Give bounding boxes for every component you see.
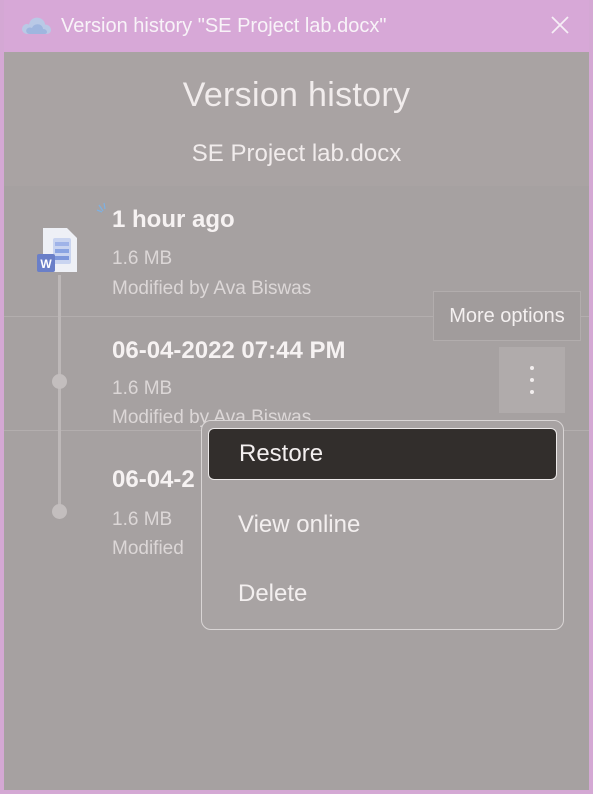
- context-menu: Restore View online Delete: [201, 420, 564, 630]
- menu-item-view-online[interactable]: View online: [208, 499, 557, 551]
- timeline-dot: [52, 374, 67, 389]
- version-author: Modified by Ava Biswas: [112, 278, 312, 299]
- version-size: 1.6 MB: [112, 378, 173, 399]
- close-button[interactable]: [545, 10, 575, 40]
- version-size: 1.6 MB: [112, 248, 173, 269]
- close-icon: [551, 16, 569, 34]
- version-history-window: Version history "SE Project lab.docx" Ve…: [0, 0, 593, 794]
- file-name: SE Project lab.docx: [191, 140, 402, 167]
- page-header: Version history SE Project lab.docx: [4, 52, 589, 186]
- timeline-line: [58, 275, 61, 515]
- page-title: Version history: [182, 76, 411, 114]
- version-size: 1.6 MB: [112, 509, 173, 530]
- word-document-icon: W: [37, 228, 77, 272]
- more-options-tooltip: More options: [433, 291, 581, 341]
- timeline-dot: [52, 504, 67, 519]
- more-vertical-icon: [530, 366, 534, 394]
- menu-item-delete[interactable]: Delete: [208, 568, 557, 620]
- menu-item-restore[interactable]: Restore: [208, 428, 557, 480]
- svg-text:W: W: [40, 257, 52, 271]
- title-bar: Version history "SE Project lab.docx": [4, 0, 589, 52]
- version-time: 06-04-2022 07:44 PM: [112, 337, 346, 364]
- window-title: Version history "SE Project lab.docx": [61, 15, 387, 37]
- new-sparkle-icon: [96, 202, 106, 213]
- more-options-button[interactable]: [499, 347, 565, 413]
- version-author: Modified: [112, 538, 184, 559]
- version-time: 1 hour ago: [112, 206, 235, 233]
- version-time: 06-04-2: [112, 466, 195, 493]
- onedrive-cloud-icon: [22, 17, 51, 34]
